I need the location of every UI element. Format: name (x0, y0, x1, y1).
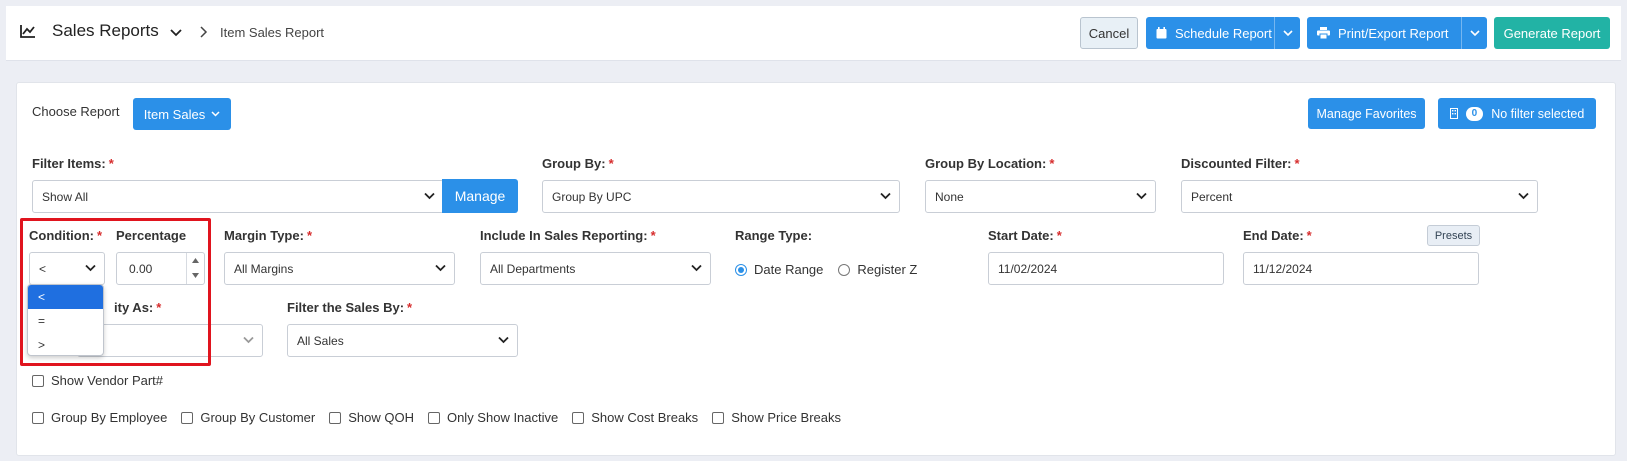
schedule-report-button[interactable]: Schedule Report (1146, 17, 1300, 49)
top-bar: Sales Reports Item Sales Report Cancel S… (6, 6, 1621, 61)
margin-type-select[interactable]: All Margins (224, 252, 455, 285)
chevron-down-icon (424, 192, 435, 200)
print-dropdown-toggle[interactable] (1461, 17, 1487, 49)
percentage-label: Percentage (116, 228, 187, 243)
condition-dropdown-list: < = > (27, 284, 104, 356)
range-type-label: Range Type: (735, 228, 813, 243)
register-z-label: Register Z (857, 262, 918, 277)
condition-option-gt[interactable]: > (28, 333, 103, 355)
option-checkboxes: Group By Employee Group By Customer Show… (32, 410, 841, 425)
group-by-label: Group By: * (542, 156, 614, 171)
percentage-stepper[interactable] (186, 253, 204, 284)
breadcrumb: Item Sales Report (220, 25, 325, 40)
report-panel: Choose Report Item Sales Manage Favorite… (16, 82, 1616, 456)
range-type-radios: Date Range Register Z (735, 262, 917, 277)
discounted-filter-select[interactable]: Percent (1181, 180, 1538, 213)
chevron-down-icon[interactable] (170, 26, 182, 41)
margin-type-label: Margin Type: * (224, 228, 312, 243)
show-qoh-option[interactable]: Show QOH (329, 410, 414, 425)
report-select-button[interactable]: Item Sales (133, 98, 231, 130)
filter-status-text: No filter selected (1491, 106, 1585, 121)
vendor-part-checkbox[interactable] (32, 374, 44, 387)
percentage-input[interactable]: 0.00 (116, 252, 205, 285)
start-date-input[interactable]: 11/02/2024 (988, 252, 1224, 285)
show-qoh-checkbox[interactable] (329, 411, 342, 424)
page-title: Sales Reports (52, 21, 159, 40)
discounted-filter-label: Discounted Filter: * (1181, 156, 1300, 171)
register-z-radio[interactable] (838, 263, 851, 276)
manage-button[interactable]: Manage (442, 179, 518, 213)
filter-items-label: Filter Items: * (32, 156, 114, 171)
printer-icon (1317, 27, 1330, 39)
include-sales-label: Include In Sales Reporting: * (480, 228, 656, 243)
start-date-label: Start Date: * (988, 228, 1062, 243)
group-by-location-label: Group By Location: * (925, 156, 1055, 171)
chevron-down-icon (85, 264, 96, 272)
condition-option-eq[interactable]: = (28, 309, 103, 333)
condition-label: Condition: * (29, 228, 103, 243)
group-employee-checkbox[interactable] (32, 411, 44, 424)
schedule-report-label: Schedule Report (1175, 25, 1272, 41)
quantity-as-select[interactable] (77, 324, 263, 357)
line-chart-icon (20, 24, 36, 41)
report-select-label: Item Sales (143, 106, 206, 122)
price-breaks-option[interactable]: Show Price Breaks (712, 410, 841, 425)
include-sales-select[interactable]: All Departments (480, 252, 711, 285)
chevron-down-icon (691, 264, 702, 272)
chevron-down-icon (243, 336, 254, 344)
filter-sales-select[interactable]: All Sales (287, 324, 518, 357)
chevron-down-icon (1282, 29, 1293, 36)
group-employee-option[interactable]: Group By Employee (32, 410, 167, 425)
print-export-button[interactable]: Print/Export Report (1307, 17, 1487, 49)
vendor-part-checkbox-row[interactable]: Show Vendor Part# (32, 373, 163, 388)
chevron-right-icon (200, 26, 208, 41)
condition-select[interactable]: < (29, 252, 105, 285)
stepper-down-icon[interactable] (187, 268, 204, 283)
only-inactive-option[interactable]: Only Show Inactive (427, 410, 558, 425)
choose-report-label: Choose Report (32, 104, 120, 119)
end-date-label: End Date: * (1243, 228, 1312, 243)
chevron-down-icon (498, 336, 509, 344)
date-range-label: Date Range (754, 262, 824, 277)
filter-items-select[interactable]: Show All (32, 180, 444, 213)
condition-option-lt[interactable]: < (28, 285, 103, 309)
chevron-down-icon (880, 192, 891, 200)
price-breaks-checkbox[interactable] (712, 411, 725, 424)
calendar-icon (1156, 27, 1167, 39)
group-customer-option[interactable]: Group By Customer (181, 410, 315, 425)
filter-sales-label: Filter the Sales By: * (287, 300, 413, 315)
chevron-down-icon (211, 111, 220, 117)
app-frame: Sales Reports Item Sales Report Cancel S… (0, 0, 1627, 461)
group-customer-checkbox[interactable] (181, 411, 194, 424)
date-range-radio[interactable] (735, 263, 747, 276)
group-by-location-select[interactable]: None (925, 180, 1156, 213)
chevron-down-icon (1469, 29, 1480, 36)
only-inactive-checkbox[interactable] (427, 411, 440, 424)
cancel-button[interactable]: Cancel (1080, 17, 1138, 49)
end-date-input[interactable]: 11/12/2024 (1243, 252, 1479, 285)
generate-report-button[interactable]: Generate Report (1494, 17, 1610, 49)
filter-count-badge: 0 (1465, 106, 1484, 121)
cost-breaks-option[interactable]: Show Cost Breaks (572, 410, 698, 425)
group-by-select[interactable]: Group By UPC (542, 180, 900, 213)
chevron-down-icon (1136, 192, 1147, 200)
print-export-label: Print/Export Report (1338, 25, 1449, 41)
cost-breaks-checkbox[interactable] (572, 411, 585, 424)
stepper-up-icon[interactable] (187, 253, 204, 268)
presets-button[interactable]: Presets (1427, 225, 1480, 246)
quantity-as-label: ity As: * (114, 300, 162, 315)
chevron-down-icon (435, 264, 446, 272)
building-icon (1449, 108, 1458, 119)
schedule-dropdown-toggle[interactable] (1274, 17, 1300, 49)
filter-selector-button[interactable]: 0 No filter selected (1438, 98, 1596, 129)
manage-favorites-button[interactable]: Manage Favorites (1308, 98, 1425, 129)
chevron-down-icon (1518, 192, 1529, 200)
